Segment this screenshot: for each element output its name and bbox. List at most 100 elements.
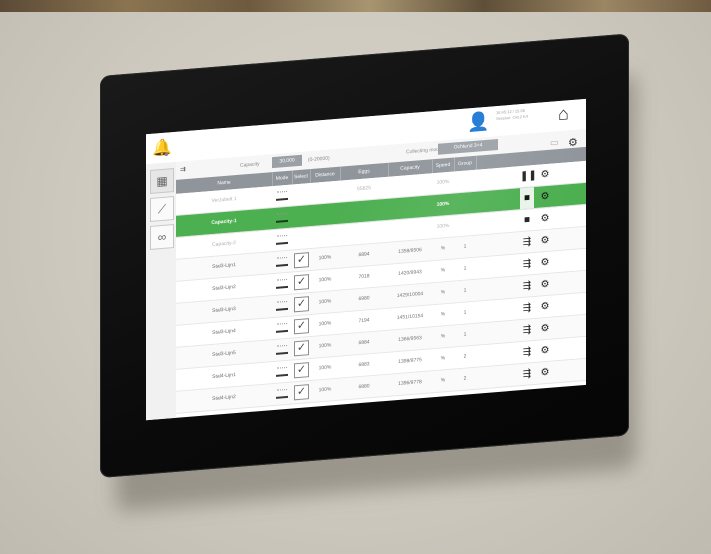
row-settings-gear-icon[interactable]: ⚙ [538,296,552,318]
mode-ticks [277,388,287,394]
row-speed: 100% [436,222,450,230]
mode-ticks [277,190,287,196]
row-eggs: 55625 [357,185,371,193]
stop-icon[interactable]: ■ [520,187,534,210]
run-icon[interactable]: ⇶ [520,275,534,297]
row-settings-gear-icon[interactable]: ⚙ [538,186,552,208]
row-distance: 100% [318,276,332,284]
select-checkbox[interactable]: ✓ [294,296,309,313]
table-view-icon[interactable]: ▦ [150,168,174,194]
row-settings-gear-icon[interactable]: ⚙ [538,164,552,186]
row-eggs: 6980 [358,295,370,303]
mode-icon[interactable] [276,234,288,245]
notification-dot: ● [164,149,169,159]
clock-readout: 16:45:12 / 15.05 Session: Ost.2 K4 [496,106,546,122]
row-capacity [388,195,432,220]
touch-screen: 🔔 ● 16:45:12 / 15.05 Session: Ost.2 K4 👤… [146,98,586,421]
row-capacity: 1396/9778 [398,379,422,388]
row-capacity: 1451/10154 [396,312,424,322]
capacity-value[interactable]: 30,000 [272,154,302,169]
mode-bar [276,307,288,311]
mode-icon[interactable] [276,190,288,201]
row-speed: % [440,377,446,384]
run-icon[interactable]: ⇶ [520,319,534,341]
run-icon[interactable]: ⇶ [520,231,534,253]
select-checkbox[interactable]: ✓ [294,318,309,335]
row-eggs: 7194 [358,317,370,325]
mode-icon[interactable] [276,388,288,399]
run-icon[interactable]: ⇶ [520,297,534,319]
collecting-mode-value[interactable]: Ochtend 3+4 [438,138,498,155]
row-group: 1 [463,243,467,250]
row-distance [310,225,340,248]
row-settings-gear-icon[interactable]: ⚙ [538,208,552,230]
select-checkbox[interactable]: ✓ [294,252,309,269]
row-eggs: 6884 [358,339,370,347]
collecting-mode-label: Collecting mode [406,146,442,156]
row-capacity: 1420/9943 [398,269,422,278]
mode-icon[interactable] [276,366,288,377]
mode-bar [276,329,288,333]
pause-icon[interactable]: ❚❚ [520,165,537,187]
stop-icon[interactable]: ■ [520,209,534,231]
row-settings-gear-icon[interactable]: ⚙ [538,230,552,252]
row-group: 2 [463,375,467,382]
mode-icon[interactable] [276,212,288,223]
row-distance: 100% [318,254,332,262]
row-eggs: 6894 [358,251,370,259]
mode-ticks [277,234,287,240]
select-checkbox[interactable]: ✓ [294,340,309,357]
user-icon[interactable]: 👤 [467,111,489,133]
select-checkbox[interactable]: ✓ [294,362,309,379]
row-distance: 100% [318,364,332,372]
row-group: 2 [463,353,467,360]
row-distance: 100% [318,298,332,306]
row-speed: % [440,289,446,296]
mode-bar [276,197,288,201]
row-group: 1 [463,331,467,338]
home-icon[interactable]: ⌂ [558,103,569,124]
capacity-icon: ⇉ [180,166,186,174]
select-checkbox[interactable]: ✓ [294,384,309,401]
row-capacity: 1366/9563 [398,335,422,344]
side-nav: ▦ ⟋ ∞ [146,161,176,421]
select-checkbox[interactable]: ✓ [294,274,309,291]
row-group: 1 [463,287,467,294]
row-capacity [388,173,432,198]
row-speed: 100% [436,200,450,208]
row-group: 1 [463,309,467,316]
mode-ticks [277,278,287,284]
row-eggs: 6880 [358,383,370,391]
row-group [454,192,476,215]
row-settings-gear-icon[interactable]: ⚙ [538,340,552,362]
row-settings-gear-icon[interactable]: ⚙ [538,252,552,274]
mode-icon[interactable] [276,256,288,267]
mode-ticks [277,366,287,372]
info-icon[interactable]: ▭ [550,137,559,149]
capacity-label: Capacity [240,161,260,169]
row-eggs [340,199,388,224]
capacity-unit: (0-20000) [308,155,330,164]
row-eggs: 6883 [358,361,370,369]
row-speed: % [440,311,446,318]
link-icon[interactable]: ∞ [150,224,174,250]
mode-icon[interactable] [276,344,288,355]
mode-icon[interactable] [276,322,288,333]
mode-icon[interactable] [276,278,288,289]
row-eggs: 7018 [358,273,370,281]
graph-view-icon[interactable]: ⟋ [150,196,174,222]
mode-bar [276,395,288,399]
row-settings-gear-icon[interactable]: ⚙ [538,274,552,296]
mode-ticks [277,256,287,262]
row-group [454,214,476,237]
row-speed: % [440,267,446,274]
run-icon[interactable]: ⇶ [520,363,534,385]
run-icon[interactable]: ⇶ [520,253,534,275]
row-speed: 100% [436,178,450,186]
run-icon[interactable]: ⇶ [520,341,534,363]
mode-bar [276,285,288,289]
row-settings-gear-icon[interactable]: ⚙ [538,362,552,384]
row-settings-gear-icon[interactable]: ⚙ [538,318,552,340]
mode-icon[interactable] [276,300,288,311]
row-capacity: 1429/10004 [396,290,424,300]
